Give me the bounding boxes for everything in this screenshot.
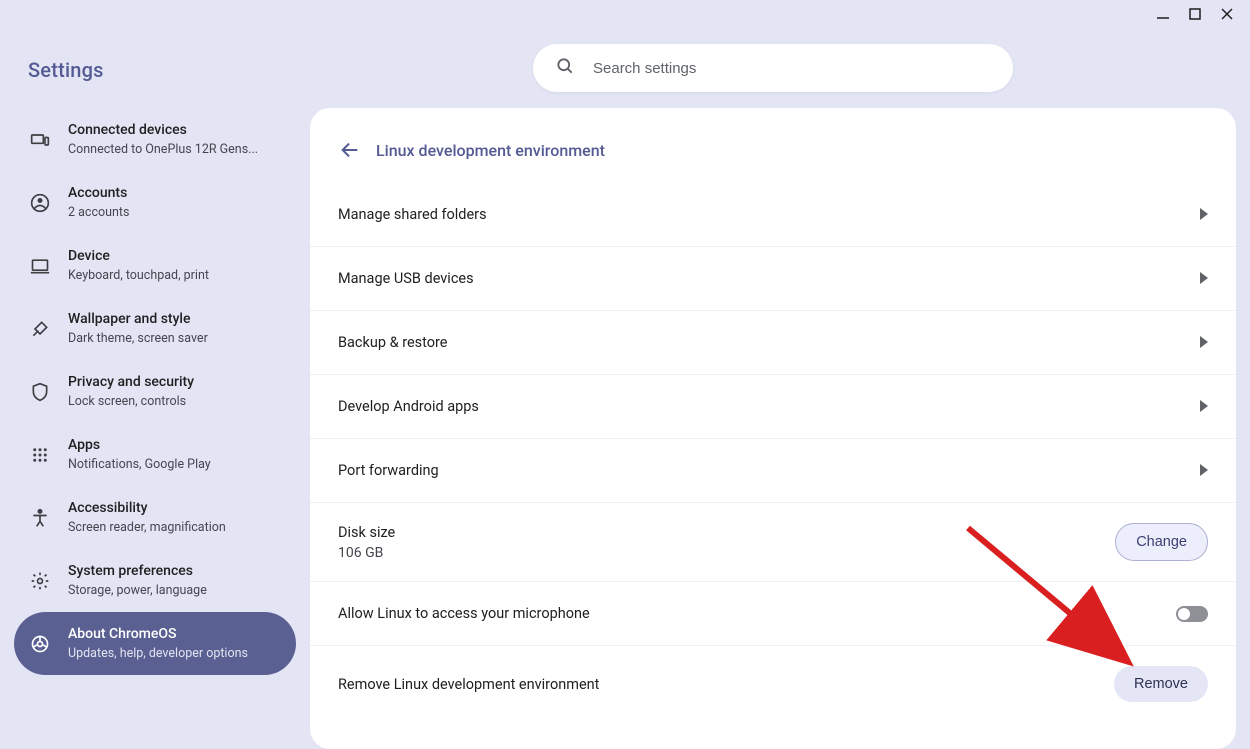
minimize-button[interactable] bbox=[1154, 5, 1172, 23]
chevron-right-icon bbox=[1200, 333, 1208, 352]
sidebar-item-sub: Connected to OnePlus 12R Gens... bbox=[68, 142, 258, 157]
accessibility-icon bbox=[30, 508, 50, 528]
row-label: Port forwarding bbox=[338, 462, 439, 479]
sidebar-item-sub: Screen reader, magnification bbox=[68, 520, 226, 535]
app-title: Settings bbox=[14, 36, 296, 108]
back-button[interactable] bbox=[338, 138, 362, 162]
chevron-right-icon bbox=[1200, 269, 1208, 288]
settings-panel: Linux development environment Manage sha… bbox=[310, 108, 1236, 749]
disk-size-value: 106 GB bbox=[338, 545, 395, 561]
sidebar-item-label: Connected devices bbox=[68, 122, 258, 138]
sidebar: Settings Connected devices Connected to … bbox=[0, 28, 310, 749]
window-titlebar bbox=[0, 0, 1250, 28]
chevron-right-icon bbox=[1200, 461, 1208, 480]
sidebar-item-sub: Dark theme, screen saver bbox=[68, 331, 208, 346]
sidebar-item-system[interactable]: System preferences Storage, power, langu… bbox=[14, 549, 296, 612]
sidebar-item-label: System preferences bbox=[68, 563, 207, 579]
sidebar-item-sub: Keyboard, touchpad, print bbox=[68, 268, 209, 283]
row-backup-restore[interactable]: Backup & restore bbox=[310, 310, 1236, 374]
row-label: Manage USB devices bbox=[338, 270, 474, 287]
sidebar-item-device[interactable]: Device Keyboard, touchpad, print bbox=[14, 234, 296, 297]
search-input[interactable] bbox=[593, 60, 991, 77]
sidebar-item-label: About ChromeOS bbox=[68, 626, 248, 642]
sidebar-item-accounts[interactable]: Accounts 2 accounts bbox=[14, 171, 296, 234]
row-label: Remove Linux development environment bbox=[338, 676, 599, 693]
remove-linux-button[interactable]: Remove bbox=[1114, 666, 1208, 702]
person-icon bbox=[30, 193, 50, 213]
row-label: Develop Android apps bbox=[338, 398, 479, 415]
sidebar-item-about[interactable]: About ChromeOS Updates, help, developer … bbox=[14, 612, 296, 675]
chevron-right-icon bbox=[1200, 397, 1208, 416]
row-mic-access[interactable]: Allow Linux to access your microphone bbox=[310, 581, 1236, 645]
sidebar-item-label: Accounts bbox=[68, 185, 129, 201]
mic-toggle[interactable] bbox=[1176, 606, 1208, 622]
row-label: Disk size bbox=[338, 524, 395, 541]
sidebar-item-label: Device bbox=[68, 248, 209, 264]
devices-icon bbox=[30, 130, 50, 150]
panel-title: Linux development environment bbox=[376, 141, 605, 160]
chrome-icon bbox=[30, 634, 50, 654]
sidebar-item-accessibility[interactable]: Accessibility Screen reader, magnificati… bbox=[14, 486, 296, 549]
gear-icon bbox=[30, 571, 50, 591]
sidebar-item-label: Apps bbox=[68, 437, 211, 453]
sidebar-item-connected-devices[interactable]: Connected devices Connected to OnePlus 1… bbox=[14, 108, 296, 171]
sidebar-item-apps[interactable]: Apps Notifications, Google Play bbox=[14, 423, 296, 486]
search-icon bbox=[555, 56, 575, 80]
row-label: Backup & restore bbox=[338, 334, 448, 351]
row-manage-shared-folders[interactable]: Manage shared folders bbox=[310, 182, 1236, 246]
sidebar-item-sub: 2 accounts bbox=[68, 205, 129, 220]
row-port-forwarding[interactable]: Port forwarding bbox=[310, 438, 1236, 502]
sidebar-item-label: Wallpaper and style bbox=[68, 311, 208, 327]
row-develop-android[interactable]: Develop Android apps bbox=[310, 374, 1236, 438]
maximize-button[interactable] bbox=[1186, 5, 1204, 23]
sidebar-item-sub: Lock screen, controls bbox=[68, 394, 194, 409]
sidebar-item-sub: Storage, power, language bbox=[68, 583, 207, 598]
laptop-icon bbox=[30, 256, 50, 276]
row-label: Manage shared folders bbox=[338, 206, 487, 223]
sidebar-item-sub: Updates, help, developer options bbox=[68, 646, 248, 661]
close-button[interactable] bbox=[1218, 5, 1236, 23]
row-disk-size: Disk size 106 GB Change bbox=[310, 502, 1236, 581]
row-manage-usb[interactable]: Manage USB devices bbox=[310, 246, 1236, 310]
sidebar-item-label: Privacy and security bbox=[68, 374, 194, 390]
row-remove-linux: Remove Linux development environment Rem… bbox=[310, 645, 1236, 722]
sidebar-item-wallpaper[interactable]: Wallpaper and style Dark theme, screen s… bbox=[14, 297, 296, 360]
shield-icon bbox=[30, 382, 50, 402]
change-disk-size-button[interactable]: Change bbox=[1115, 523, 1208, 561]
row-label: Allow Linux to access your microphone bbox=[338, 605, 590, 622]
apps-grid-icon bbox=[30, 445, 50, 465]
sidebar-item-privacy[interactable]: Privacy and security Lock screen, contro… bbox=[14, 360, 296, 423]
chevron-right-icon bbox=[1200, 205, 1208, 224]
search-bar[interactable] bbox=[533, 44, 1013, 92]
brush-icon bbox=[30, 319, 50, 339]
sidebar-item-label: Accessibility bbox=[68, 500, 226, 516]
sidebar-item-sub: Notifications, Google Play bbox=[68, 457, 211, 472]
